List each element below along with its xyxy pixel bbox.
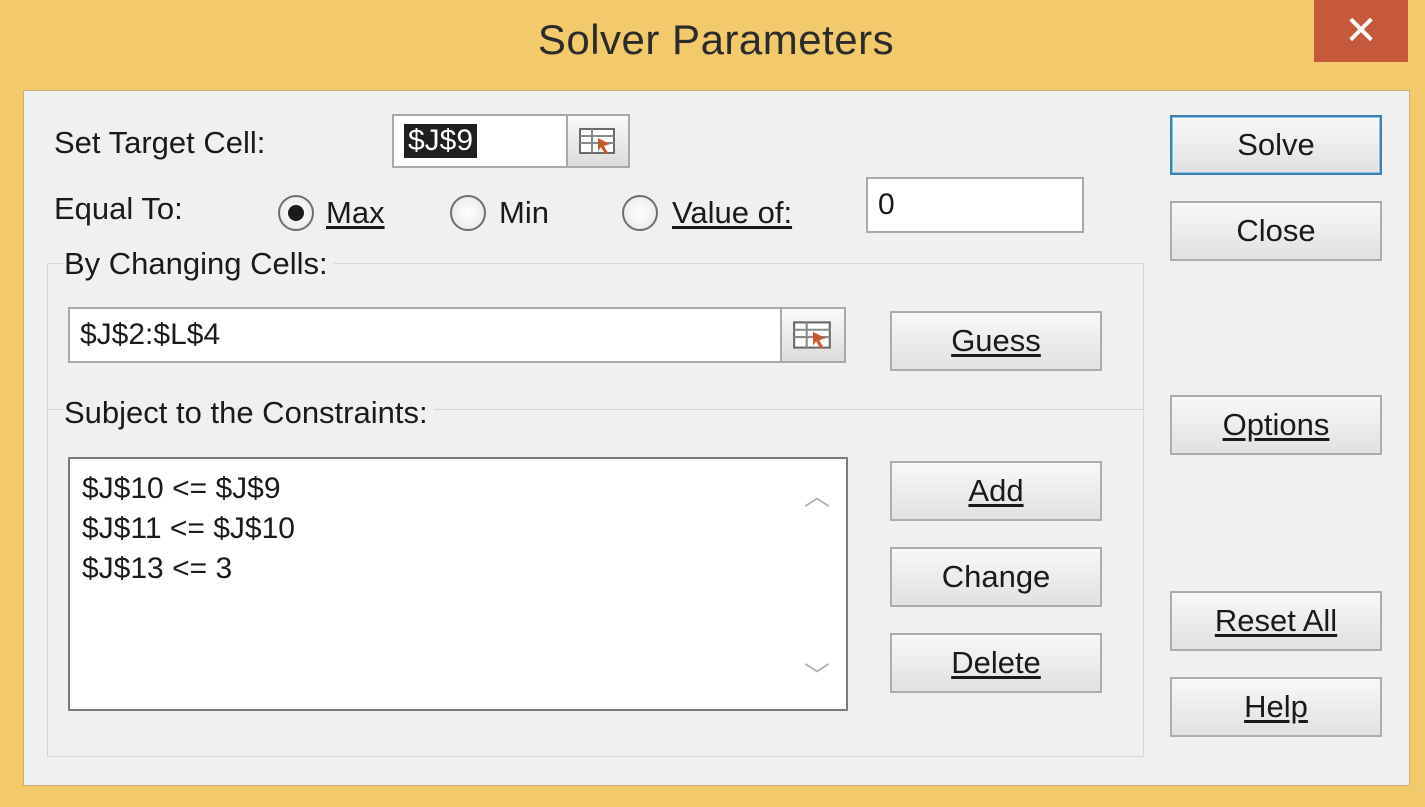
chevron-up-icon[interactable]: ︿ <box>800 479 834 513</box>
reset-all-button[interactable]: Reset All <box>1170 591 1382 651</box>
changing-cells-collapse-button[interactable] <box>780 307 846 363</box>
close-button[interactable]: Close <box>1170 201 1382 261</box>
solve-button-label: Solve <box>1237 127 1315 162</box>
min-radio[interactable] <box>450 195 486 231</box>
changing-cells-label-text: By Changing Cells: <box>64 246 328 281</box>
constraints-label: Subject to the Constraints: <box>64 395 434 431</box>
title-bar: Solver Parameters ✕ <box>0 0 1425 90</box>
changing-cells-input[interactable]: $J$2:$L$4 <box>68 307 782 363</box>
solve-button[interactable]: Solve <box>1170 115 1382 175</box>
options-button-label: Options <box>1222 407 1330 442</box>
delete-button-label: Delete <box>951 645 1041 680</box>
list-item[interactable]: $J$11 <= $J$10 <box>82 509 834 549</box>
target-cell-label-text: Set Target Cell: <box>54 125 266 160</box>
max-label[interactable]: Max <box>326 195 385 231</box>
window-title: Solver Parameters <box>537 16 895 63</box>
delete-button[interactable]: Delete <box>890 633 1102 693</box>
changing-cells-label: By Changing Cells: <box>64 246 334 282</box>
value-of-radio[interactable] <box>622 195 658 231</box>
target-cell-input[interactable]: $J$9 <box>392 114 568 168</box>
reset-all-button-label: Reset All <box>1214 603 1338 638</box>
close-icon[interactable]: ✕ <box>1314 0 1408 62</box>
changing-cells-value: $J$2:$L$4 <box>80 318 221 351</box>
collapse-dialog-icon <box>793 321 831 349</box>
target-cell-value: $J$9 <box>404 124 478 158</box>
options-button[interactable]: Options <box>1170 395 1382 455</box>
min-label-text: Min <box>499 195 549 230</box>
change-button[interactable]: Change <box>890 547 1102 607</box>
value-of-label-text: Value of: <box>672 195 793 230</box>
equal-to-label: Equal To: <box>54 191 183 226</box>
min-label[interactable]: Min <box>499 195 549 231</box>
close-button-label: Close <box>1236 213 1316 248</box>
target-cell-label: Set Target Cell: <box>54 125 265 161</box>
add-button[interactable]: Add <box>890 461 1102 521</box>
value-of-input[interactable]: 0 <box>866 177 1084 233</box>
value-of-label[interactable]: Value of: <box>672 195 792 231</box>
list-item[interactable]: $J$13 <= 3 <box>82 549 834 589</box>
target-cell-collapse-button[interactable] <box>566 114 630 168</box>
max-label-text: Max <box>326 195 385 230</box>
chevron-down-icon[interactable]: ﹀ <box>800 659 834 693</box>
constraints-list[interactable]: $J$10 <= $J$9 $J$11 <= $J$10 $J$13 <= 3 … <box>68 457 848 711</box>
dialog-body: Set Target Cell: $J$9 Equal To: Max Min … <box>23 90 1410 786</box>
collapse-dialog-icon <box>579 128 615 154</box>
value-of-value: 0 <box>878 188 895 221</box>
constraints-label-text: Subject to the Constraints: <box>64 395 428 430</box>
change-button-label: Change <box>941 559 1051 594</box>
add-button-label: Add <box>968 473 1024 508</box>
guess-button[interactable]: Guess <box>890 311 1102 371</box>
list-item[interactable]: $J$10 <= $J$9 <box>82 469 834 509</box>
help-button-label: Help <box>1244 689 1308 724</box>
guess-button-label: Guess <box>951 323 1041 358</box>
help-button[interactable]: Help <box>1170 677 1382 737</box>
max-radio[interactable] <box>278 195 314 231</box>
